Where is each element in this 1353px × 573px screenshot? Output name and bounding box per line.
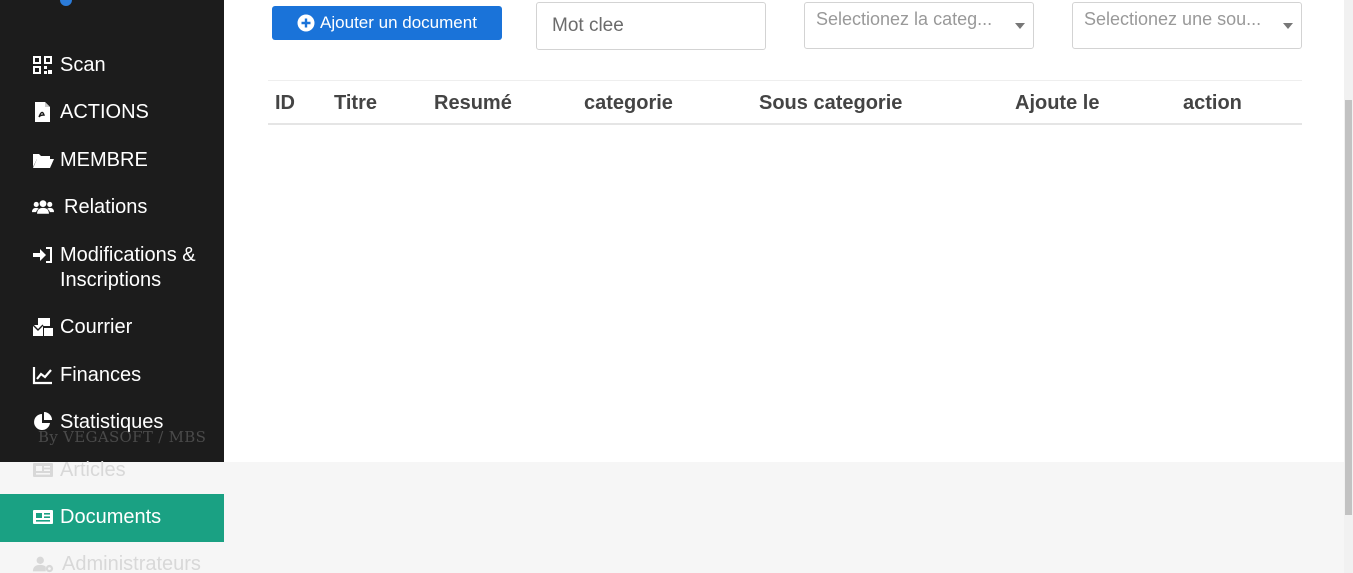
users-cog-icon — [32, 554, 56, 573]
sidebar-item-label: MEMBRE — [60, 149, 148, 171]
sidebar-item-courrier[interactable]: Courrier — [0, 315, 224, 340]
footer-credit: By VEGASOFT / MBS — [38, 428, 207, 446]
add-document-label: Ajouter un document — [320, 13, 477, 32]
category-select[interactable]: Selectionez la categ... — [804, 2, 1034, 49]
column-header-titre[interactable]: Titre — [334, 92, 377, 115]
column-header-ajoute-le[interactable]: Ajoute le — [1015, 92, 1099, 115]
column-header-id[interactable]: ID — [275, 92, 295, 115]
category-select-value: Selectionez la categ... — [816, 9, 993, 29]
sidebar-item-scan[interactable]: Scan — [0, 53, 224, 78]
column-header-resume[interactable]: Resumé — [434, 92, 512, 115]
qrcode-icon — [32, 55, 54, 75]
mail-bulk-icon — [32, 317, 54, 337]
file-pdf-icon — [32, 102, 54, 122]
scrollbar-thumb[interactable] — [1345, 100, 1352, 515]
users-icon — [32, 197, 58, 217]
sidebar-item-modifications[interactable]: Modifications & Inscriptions — [0, 243, 224, 293]
sidebar-item-label: Scan — [60, 54, 106, 76]
plus-circle-icon — [297, 14, 315, 32]
sidebar-indicator-dot — [60, 0, 72, 6]
caret-down-icon — [1283, 23, 1293, 29]
folder-open-icon — [32, 150, 54, 170]
sidebar-item-label: Finances — [60, 364, 142, 386]
sidebar-item-label: Administrateurs — [62, 553, 201, 573]
keyword-search-input[interactable] — [536, 2, 766, 50]
sidebar-item-administrateurs[interactable]: Administrateurs — [0, 552, 224, 573]
column-header-categorie[interactable]: categorie — [584, 92, 673, 115]
sign-in-icon — [32, 245, 54, 265]
sidebar-item-documents[interactable]: Documents — [0, 505, 224, 530]
line-chart-icon — [32, 365, 54, 385]
sidebar-item-relations[interactable]: Relations — [0, 195, 224, 220]
subcategory-select[interactable]: Selectionez une sou... — [1072, 2, 1302, 49]
sidebar: Scan ACTIONS MEMBRE Relations Modificati… — [0, 0, 224, 463]
sidebar-item-articles[interactable]: Articles — [0, 458, 224, 483]
sidebar-item-finances[interactable]: Finances — [0, 363, 224, 388]
subcategory-select-value: Selectionez une sou... — [1084, 9, 1262, 29]
sidebar-item-actions[interactable]: ACTIONS — [0, 100, 224, 125]
sidebar-item-label: Modifications & Inscriptions — [60, 244, 196, 291]
sidebar-item-label: Articles — [60, 459, 126, 481]
sidebar-item-label: Courrier — [60, 316, 133, 338]
sidebar-item-label: Documents — [60, 506, 162, 528]
caret-down-icon — [1015, 23, 1025, 29]
newspaper-icon — [32, 507, 54, 527]
sidebar-item-membre[interactable]: MEMBRE — [0, 148, 224, 173]
column-header-action[interactable]: action — [1183, 92, 1242, 115]
documents-table-header: ID Titre Resumé categorie Sous categorie… — [268, 80, 1302, 125]
add-document-button[interactable]: Ajouter un document — [272, 6, 502, 40]
sidebar-item-label: ACTIONS — [60, 101, 149, 123]
newspaper-icon — [32, 460, 54, 480]
sidebar-item-label: Relations — [64, 196, 148, 218]
vertical-scrollbar[interactable] — [1344, 0, 1353, 573]
column-header-sous-categorie[interactable]: Sous categorie — [759, 92, 902, 115]
